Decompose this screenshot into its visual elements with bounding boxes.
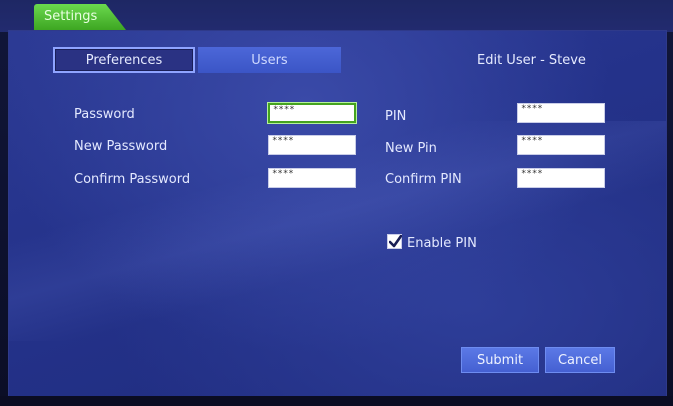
new-password-label: New Password	[74, 139, 168, 154]
tab-settings-label: Settings	[44, 9, 98, 24]
settings-panel: Preferences Users Edit User - Steve Pass…	[8, 30, 667, 398]
cancel-button-label: Cancel	[557, 352, 603, 368]
new-pin-field[interactable]: ****	[517, 135, 605, 155]
submit-button[interactable]: Submit	[461, 347, 539, 373]
submit-button-label: Submit	[476, 352, 524, 368]
edit-user-title: Edit User - Steve	[477, 53, 586, 68]
tab-preferences-label: Preferences	[85, 52, 163, 68]
confirm-pin-field[interactable]: ****	[517, 168, 605, 188]
tab-users[interactable]: Users	[198, 47, 341, 73]
app-window: Settings Preferences Users Edit User - S…	[0, 0, 673, 406]
confirm-password-field[interactable]: ****	[268, 168, 356, 188]
bottom-bar	[0, 396, 673, 406]
tab-settings[interactable]: Settings	[34, 4, 126, 30]
password-field[interactable]: ****	[268, 103, 356, 123]
tab-preferences[interactable]: Preferences	[53, 47, 195, 73]
cancel-button[interactable]: Cancel	[545, 347, 615, 373]
checkmark-icon	[389, 235, 402, 248]
top-tab-strip: Settings	[0, 0, 673, 32]
confirm-password-label: Confirm Password	[74, 172, 191, 187]
new-pin-label: New Pin	[385, 141, 437, 156]
confirm-pin-label: Confirm PIN	[385, 172, 462, 187]
enable-pin-checkbox[interactable]	[387, 234, 402, 249]
new-password-field[interactable]: ****	[268, 135, 356, 155]
pin-field[interactable]: ****	[517, 103, 605, 123]
password-label: Password	[74, 107, 135, 122]
enable-pin-label: Enable PIN	[407, 236, 477, 251]
tab-users-label: Users	[251, 52, 288, 68]
pin-label: PIN	[385, 109, 407, 124]
